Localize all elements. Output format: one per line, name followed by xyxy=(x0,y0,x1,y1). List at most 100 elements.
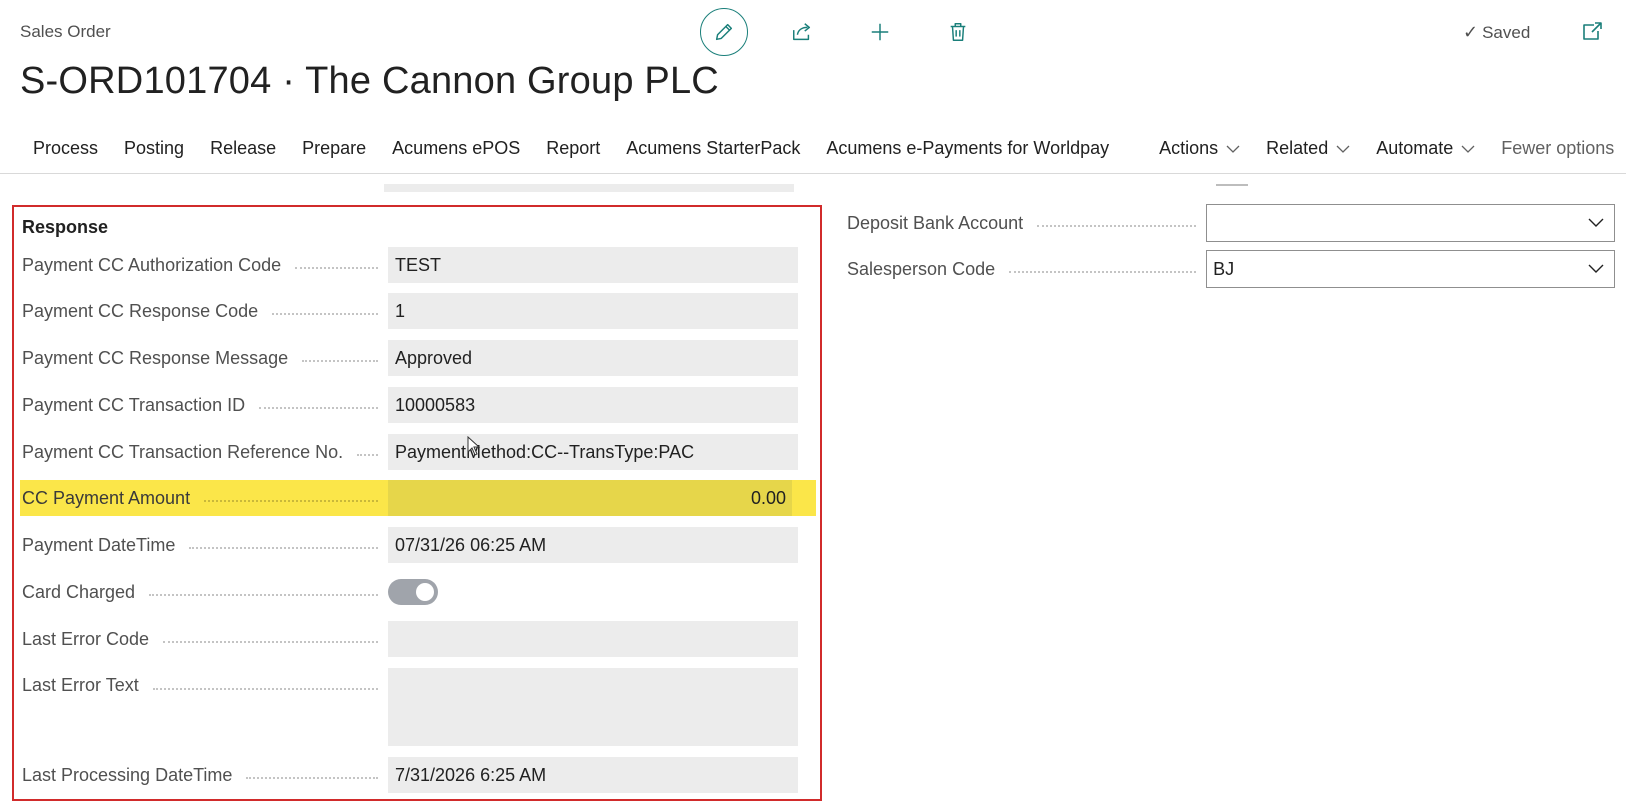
chevron-down-icon xyxy=(1588,264,1604,273)
page-title: S-ORD101704 · The Cannon Group PLC xyxy=(20,60,719,102)
last-processing-value[interactable]: 7/31/2026 6:25 AM xyxy=(388,757,798,793)
cc-amount-value[interactable]: 0.00 xyxy=(388,480,792,516)
card-charged-toggle[interactable] xyxy=(388,579,438,605)
fewer-options-button[interactable]: Fewer options xyxy=(1488,138,1626,159)
label-text: Payment CC Response Code xyxy=(22,300,259,321)
mouse-cursor-icon xyxy=(467,436,481,456)
chevron-down-icon xyxy=(1226,145,1240,153)
menu-automate[interactable]: Automate xyxy=(1363,138,1488,159)
field-row-last-processing: Last Processing DateTime 7/31/2026 6:25 … xyxy=(20,757,816,793)
last-error-code-value[interactable] xyxy=(388,621,798,657)
field-label: Last Error Text xyxy=(20,668,388,696)
field-label: Last Processing DateTime xyxy=(20,765,388,786)
label-text: Last Processing DateTime xyxy=(22,764,233,785)
page-toolbar xyxy=(700,8,982,56)
leader-dots xyxy=(189,547,378,549)
action-posting[interactable]: Posting xyxy=(111,138,197,159)
action-bar: Process Posting Release Prepare Acumens … xyxy=(0,124,1626,174)
chevron-down-icon xyxy=(1336,145,1350,153)
action-process[interactable]: Process xyxy=(20,138,111,159)
field-row-response-message: Payment CC Response Message Approved xyxy=(20,340,816,376)
toggle-knob xyxy=(416,583,434,601)
leader-dots xyxy=(246,777,378,779)
new-button[interactable] xyxy=(856,8,904,56)
chevron-down-icon xyxy=(1588,218,1604,227)
add-icon xyxy=(871,23,889,41)
leader-dots xyxy=(272,313,378,315)
menu-actions[interactable]: Actions xyxy=(1146,138,1253,159)
field-label: Last Error Code xyxy=(20,629,388,650)
delete-button[interactable] xyxy=(934,8,982,56)
label-text: Deposit Bank Account xyxy=(847,212,1024,233)
field-row-salesperson: Salesperson Code BJ xyxy=(845,250,1615,288)
chevron-down-icon xyxy=(1461,145,1475,153)
field-row-payment-datetime: Payment DateTime 07/31/26 06:25 AM xyxy=(20,527,816,563)
last-error-text-value[interactable] xyxy=(388,668,798,746)
field-row-last-error-text: Last Error Text xyxy=(20,668,816,746)
leader-dots xyxy=(163,641,378,643)
menu-related-label: Related xyxy=(1266,138,1329,158)
response-code-value[interactable]: 1 xyxy=(388,293,798,329)
previous-field-remnant xyxy=(384,184,794,192)
open-new-window-icon[interactable] xyxy=(1580,20,1604,44)
saved-label: Saved xyxy=(1482,22,1531,42)
auth-code-value[interactable]: TEST xyxy=(388,247,798,283)
field-row-cc-amount: CC Payment Amount 0.00 xyxy=(20,480,816,516)
action-prepare[interactable]: Prepare xyxy=(289,138,379,159)
field-label: Payment CC Response Message xyxy=(20,348,388,369)
share-icon xyxy=(793,23,811,41)
label-text: Payment CC Response Message xyxy=(22,347,289,368)
transaction-ref-value[interactable]: PaymentMethod:CC--TransType:PAC xyxy=(388,434,798,470)
field-label: Card Charged xyxy=(20,582,388,603)
transaction-id-value[interactable]: 10000583 xyxy=(388,387,798,423)
label-text: Payment CC Transaction Reference No. xyxy=(22,441,344,462)
leader-dots xyxy=(259,407,378,409)
section-title: Response xyxy=(22,217,109,237)
leader-dots xyxy=(302,360,378,362)
saved-status: ✓ Saved xyxy=(1463,22,1530,43)
leader-dots xyxy=(357,454,378,456)
edit-pencil-icon xyxy=(715,23,733,41)
checkmark-icon: ✓ xyxy=(1463,22,1479,42)
field-row-response-code: Payment CC Response Code 1 xyxy=(20,293,816,329)
label-text: Payment CC Transaction ID xyxy=(22,394,246,415)
action-acumens-starterpack[interactable]: Acumens StarterPack xyxy=(613,138,813,159)
field-row-transaction-ref: Payment CC Transaction Reference No. Pay… xyxy=(20,434,816,470)
menu-automate-label: Automate xyxy=(1376,138,1454,158)
deposit-bank-select[interactable] xyxy=(1206,204,1615,242)
label-text: Payment CC Authorization Code xyxy=(22,254,282,275)
action-report[interactable]: Report xyxy=(533,138,613,159)
label-text: Card Charged xyxy=(22,581,136,602)
menu-actions-label: Actions xyxy=(1159,138,1219,158)
leader-dots xyxy=(295,267,378,269)
previous-field-remnant xyxy=(1216,184,1248,186)
field-label: Payment DateTime xyxy=(20,535,388,556)
leader-dots xyxy=(204,500,378,502)
action-acumens-epayments[interactable]: Acumens e-Payments for Worldpay xyxy=(813,138,1122,159)
field-label: Payment CC Response Code xyxy=(20,301,388,322)
delete-icon xyxy=(950,23,966,41)
field-row-last-error-code: Last Error Code xyxy=(20,621,816,657)
field-label: Deposit Bank Account xyxy=(845,213,1206,234)
field-label: Payment CC Transaction ID xyxy=(20,395,388,416)
action-release[interactable]: Release xyxy=(197,138,289,159)
label-text: CC Payment Amount xyxy=(22,487,191,508)
menu-related[interactable]: Related xyxy=(1253,138,1363,159)
response-message-value[interactable]: Approved xyxy=(388,340,798,376)
label-text: Last Error Code xyxy=(22,628,150,649)
share-button[interactable] xyxy=(778,8,826,56)
field-row-deposit-bank: Deposit Bank Account xyxy=(845,204,1615,242)
label-text: Last Error Text xyxy=(22,675,139,695)
leader-dots xyxy=(149,594,378,596)
field-label: Salesperson Code xyxy=(845,259,1206,280)
field-label: CC Payment Amount xyxy=(20,488,388,509)
salesperson-value: BJ xyxy=(1213,258,1235,279)
field-row-auth-code: Payment CC Authorization Code TEST xyxy=(20,247,816,283)
edit-button[interactable] xyxy=(700,8,748,56)
action-acumens-epos[interactable]: Acumens ePOS xyxy=(379,138,533,159)
leader-dots xyxy=(1037,225,1197,227)
salesperson-select[interactable]: BJ xyxy=(1206,250,1615,288)
payment-datetime-value[interactable]: 07/31/26 06:25 AM xyxy=(388,527,798,563)
leader-dots xyxy=(1009,271,1197,273)
field-row-transaction-id: Payment CC Transaction ID 10000583 xyxy=(20,387,816,423)
